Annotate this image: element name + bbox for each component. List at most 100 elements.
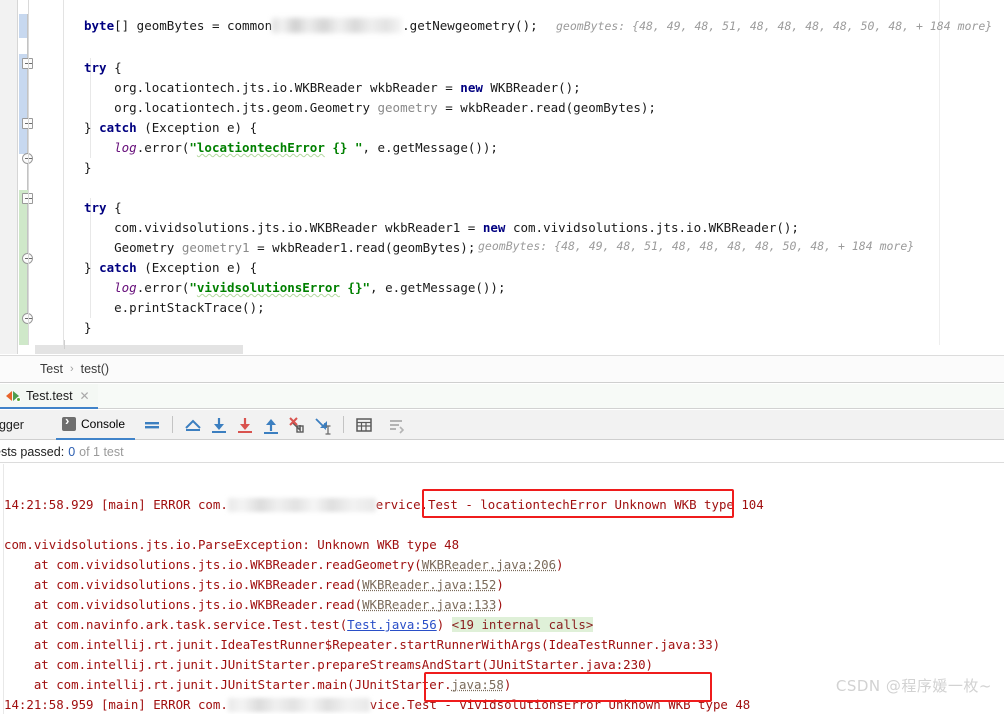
table-grid-icon <box>353 413 375 437</box>
arrow-down-blue-icon <box>208 413 230 437</box>
code-token: .error( <box>136 140 190 155</box>
line-decl: byte[] geomBytes = common .getNewgeometry… <box>84 16 538 36</box>
log-text: at com.vividsolutions.jts.io.WKBReader.r… <box>4 557 422 572</box>
code-token: catch <box>99 120 137 135</box>
log-text: ervice.Test - locationtechError Unknown … <box>375 497 764 512</box>
line-catch-2: } catch (Exception e) { <box>84 258 257 278</box>
soft-wrap-button[interactable] <box>141 413 163 437</box>
code-token: com.vividsolutions.jts.io.WKBReader(); <box>505 220 799 235</box>
code-token: = wkbReader1.read(geomBytes); <box>249 240 476 255</box>
log-error-locationtech: 14:21:58.929 [main] ERROR com. ervice.Tes… <box>4 495 764 515</box>
code-token: , e.getMessage()); <box>362 140 498 155</box>
console-toolbar[interactable]: ugger Console <box>0 410 1004 440</box>
redacted-blur-region <box>227 498 376 512</box>
log-stack-readgeometry: at com.vividsolutions.jts.io.WKBReader.r… <box>4 555 564 575</box>
log-text: at com.vividsolutions.jts.io.WKBReader.r… <box>4 577 363 592</box>
sort-lines-icon <box>385 413 407 437</box>
scroll-up-stack-button[interactable] <box>182 413 204 437</box>
tab-debugger[interactable]: ugger <box>0 410 34 440</box>
run-tab-test-test[interactable]: Test.test ✕ <box>0 384 98 409</box>
code-token: log <box>114 280 137 295</box>
code-token: new <box>482 220 506 235</box>
code-token: Geometry <box>84 240 182 255</box>
source-link[interactable]: Test.java:56 <box>347 617 437 632</box>
code-token: org.locationtech.jts.io.WKBReader wkbRea… <box>84 80 461 95</box>
console-icon <box>61 413 76 431</box>
source-link[interactable]: java:58 <box>452 677 504 692</box>
soft-wrap-icon <box>141 413 163 437</box>
line-geometry-2: Geometry geometry1 = wkbReader1.read(geo… <box>84 238 475 258</box>
code-token: " <box>189 280 197 295</box>
watermark: CSDN @程序媛一枚~ <box>835 677 992 695</box>
code-token: e.printStackTrace(); <box>84 300 265 315</box>
run-tab-label: Test.test <box>26 388 73 403</box>
show-statistics-button[interactable] <box>353 413 375 437</box>
run-tab-bar[interactable]: Test.test ✕ <box>0 384 1004 409</box>
source-link[interactable]: WKBReader.java:133 <box>362 597 496 612</box>
code-token: { <box>106 60 122 75</box>
log-error-vividsolutions: 14:21:58.959 [main] ERROR com. vice.Test … <box>4 695 750 714</box>
line-catch-1: } catch (Exception e) { <box>84 118 257 138</box>
log-parse-exception: com.vividsolutions.jts.io.ParseException… <box>4 535 459 555</box>
log-text: at com.intellij.rt.junit.JUnitStarter.ma… <box>4 677 452 692</box>
prev-error-button[interactable] <box>260 413 282 437</box>
code-text-area[interactable]: byte[] geomBytes = common .getNewgeometry… <box>64 0 1004 354</box>
code-token: } <box>84 160 92 175</box>
log-stack-test: at com.navinfo.ark.task.service.Test.tes… <box>4 615 594 635</box>
code-token: org.locationtech.jts.geom.Geometry <box>84 100 378 115</box>
log-text: at com.vividsolutions.jts.io.WKBReader.r… <box>4 597 363 612</box>
code-token: {}" <box>339 280 371 295</box>
log-text: 14:21:58.929 [main] ERROR com. <box>4 497 228 512</box>
code-token: com.vividsolutions.jts.io.WKBReader wkbR… <box>84 220 483 235</box>
log-stack-idea-runner: at com.intellij.rt.junit.IdeaTestRunner$… <box>4 635 720 655</box>
inline-hint-geombytes-1: geomBytes: {48, 49, 48, 51, 48, 48, 48, … <box>556 19 993 33</box>
breadcrumb-class[interactable]: Test <box>40 362 63 376</box>
code-token: log <box>114 140 137 155</box>
code-token: WKBReader(); <box>482 80 581 95</box>
log-text: ) <box>556 557 564 572</box>
test-status-bar: ests passed: 0 of 1 test <box>0 441 1004 463</box>
gutter-divider <box>28 0 29 354</box>
code-token: } <box>84 320 92 335</box>
line-wkbreader-2: com.vividsolutions.jts.io.WKBReader wkbR… <box>84 218 799 238</box>
source-link[interactable]: WKBReader.java:206 <box>422 557 556 572</box>
breadcrumb: Test › test() <box>0 355 1004 383</box>
next-error-button[interactable] <box>234 413 256 437</box>
line-try-1: try { <box>84 58 122 78</box>
rerun-failed-button[interactable] <box>286 413 308 437</box>
log-stack-read-133: at com.vividsolutions.jts.io.WKBReader.r… <box>4 595 504 615</box>
log-text: at com.intellij.rt.junit.JUnitStarter.pr… <box>4 657 654 672</box>
line-log-1: log.error("locationtechError {} ", e.get… <box>84 138 498 158</box>
code-token: } <box>84 120 100 135</box>
close-icon[interactable]: ✕ <box>80 389 90 403</box>
line-try-2: try { <box>84 198 122 218</box>
code-token: , e.getMessage()); <box>370 280 506 295</box>
code-token: catch <box>99 260 137 275</box>
line-printstacktrace: e.printStackTrace(); <box>84 298 265 318</box>
breadcrumb-method[interactable]: test() <box>81 362 109 376</box>
code-token: .getNewgeometry(); <box>402 18 538 33</box>
line-log-2: log.error("vividsolutionsError {}", e.ge… <box>84 278 505 298</box>
code-token: .error( <box>136 280 190 295</box>
tab-console[interactable]: Console <box>55 410 136 440</box>
editor-horizontal-scrollbar-thumb[interactable] <box>35 345 243 354</box>
sort-button[interactable] <box>385 413 407 437</box>
jump-to-source-button[interactable] <box>312 413 334 437</box>
code-token: (Exception e) { <box>136 260 258 275</box>
arrow-with-x-icon <box>286 413 308 437</box>
arrow-down-red-icon <box>234 413 256 437</box>
code-editor[interactable]: byte[] geomBytes = common .getNewgeometry… <box>0 0 1004 354</box>
arrow-up-blue-icon <box>260 413 282 437</box>
tab-console-label: Console <box>80 416 126 431</box>
source-link[interactable]: WKBReader.java:152 <box>362 577 496 592</box>
line-wkbreader-1: org.locationtech.jts.io.WKBReader wkbRea… <box>84 78 581 98</box>
scroll-down-button[interactable] <box>208 413 230 437</box>
editor-left-edge-strip <box>0 0 18 354</box>
code-token: vividsolutionsError <box>196 280 340 295</box>
arrow-to-cursor-icon <box>312 413 334 437</box>
log-text: vice.Test - vividsolutionsError Unknown … <box>369 697 751 712</box>
log-text: 14:21:58.959 [main] ERROR com. <box>4 697 228 712</box>
line-close-1: } <box>84 158 92 178</box>
code-token: { <box>106 200 122 215</box>
